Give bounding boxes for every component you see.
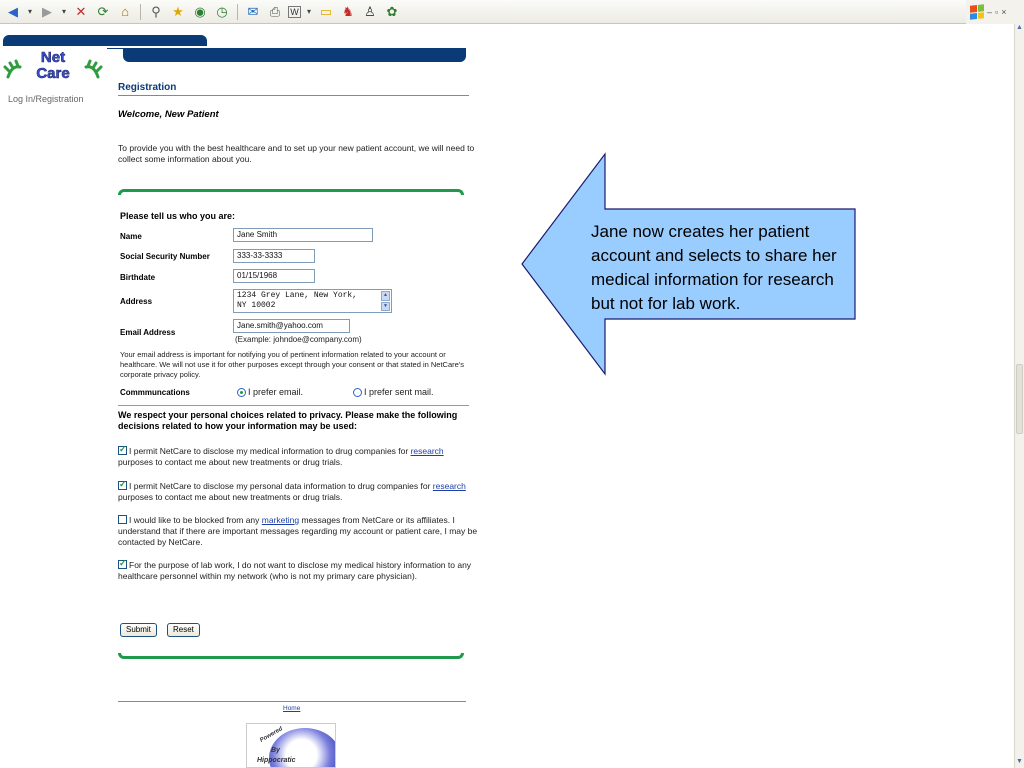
radio-email[interactable]: I prefer email. bbox=[237, 387, 303, 397]
form-heading: Please tell us who you are: bbox=[120, 211, 236, 221]
windows-logo-icon bbox=[970, 4, 984, 20]
title-divider bbox=[118, 95, 469, 96]
history-icon[interactable]: ◷ bbox=[213, 3, 231, 21]
print-icon[interactable]: ⎙ bbox=[266, 3, 284, 21]
msn-icon[interactable]: ✿ bbox=[383, 3, 401, 21]
refresh-icon[interactable]: ⟳ bbox=[94, 3, 112, 21]
privacy-heading: We respect your personal choices related… bbox=[118, 410, 458, 431]
email-field[interactable]: Jane.smith@yahoo.com bbox=[233, 319, 350, 333]
permission-text: For the purpose of lab work, I do not wa… bbox=[118, 560, 472, 581]
welcome-heading: Welcome, New Patient bbox=[118, 109, 219, 120]
radio-mail[interactable]: I prefer sent mail. bbox=[353, 387, 434, 397]
radio-email-label: I prefer email. bbox=[248, 387, 304, 397]
back-icon[interactable]: ◀ bbox=[4, 3, 22, 21]
email-hint: (Example: johndoe@company.com) bbox=[235, 335, 362, 344]
favorites-icon[interactable]: ★ bbox=[169, 3, 187, 21]
scroll-up-icon[interactable]: ▲ bbox=[1015, 24, 1024, 34]
permission-research-personal[interactable]: I permit NetCare to disclose my personal… bbox=[118, 479, 478, 503]
communications-label: Commmuncations bbox=[120, 388, 190, 397]
permission-lab-work[interactable]: For the purpose of lab work, I do not wa… bbox=[118, 558, 478, 582]
name-field[interactable]: Jane Smith bbox=[233, 228, 373, 242]
toolbar-separator bbox=[140, 3, 141, 20]
marketing-link[interactable]: marketing bbox=[262, 515, 299, 525]
scroll-thumb[interactable] bbox=[1016, 364, 1023, 434]
footer-divider bbox=[118, 701, 466, 702]
address-label: Address bbox=[120, 297, 153, 306]
minimize-icon[interactable]: – bbox=[987, 7, 992, 17]
netcare-logo: Net Care bbox=[3, 49, 103, 82]
form-bottom-border bbox=[118, 653, 464, 659]
folder-icon[interactable]: ▭ bbox=[317, 3, 335, 21]
research-link[interactable]: research bbox=[433, 481, 466, 491]
restore-icon[interactable]: ▫ bbox=[995, 7, 998, 17]
section-divider bbox=[118, 405, 469, 406]
home-icon[interactable]: ⌂ bbox=[116, 3, 134, 21]
birthdate-label: Birthdate bbox=[120, 273, 156, 282]
logo-text-net: Net bbox=[41, 49, 65, 66]
checkbox-lab-work[interactable] bbox=[118, 558, 127, 569]
powered-by-badge: Powered By Hippocratic bbox=[246, 723, 336, 768]
radio-mail-indicator[interactable] bbox=[353, 387, 362, 397]
address-line-2: NY 10002 bbox=[237, 301, 276, 310]
header-bar-right bbox=[123, 48, 466, 62]
reset-button[interactable]: Reset bbox=[167, 623, 200, 637]
mail-icon[interactable]: ✉ bbox=[244, 3, 262, 21]
address-line-1: 1234 Grey Lane, New York, bbox=[237, 291, 358, 300]
form-top-border bbox=[118, 189, 464, 195]
window-controls: – ▫ × bbox=[966, 0, 1024, 24]
permission-text: I would like to be blocked from any bbox=[129, 515, 262, 525]
research-icon[interactable]: ♙ bbox=[361, 3, 379, 21]
stop-icon[interactable]: ✕ bbox=[72, 3, 90, 21]
back-dropdown-icon[interactable]: ▾ bbox=[26, 7, 34, 16]
checkbox-marketing-block[interactable] bbox=[118, 515, 127, 524]
toolbar-separator bbox=[237, 3, 238, 20]
name-label: Name bbox=[120, 232, 142, 241]
checkbox-research-personal[interactable] bbox=[118, 479, 127, 490]
edit-dropdown-icon[interactable]: ▾ bbox=[305, 7, 313, 16]
birthdate-field[interactable]: 01/15/1968 bbox=[233, 269, 315, 283]
vertical-scrollbar[interactable]: ▲ ▼ bbox=[1014, 24, 1024, 768]
permission-text: I permit NetCare to disclose my medical … bbox=[129, 446, 411, 456]
sidebar-item-login-registration[interactable]: Log In/Registration bbox=[8, 94, 84, 104]
browser-toolbar: ◀ ▾ ▶ ▾ ✕ ⟳ ⌂ ⚲ ★ ◉ ◷ ✉ ⎙ W ▾ ▭ ♞ ♙ ✿ bbox=[0, 0, 966, 24]
permission-text: purposes to contact me about new treatme… bbox=[118, 492, 343, 502]
logo-text-care: Care bbox=[36, 65, 69, 82]
scroll-down-icon[interactable]: ▼ bbox=[1015, 758, 1024, 768]
permission-text: I permit NetCare to disclose my personal… bbox=[129, 481, 433, 491]
edit-icon[interactable]: W bbox=[288, 5, 301, 18]
submit-button[interactable]: Submit bbox=[120, 623, 157, 637]
page-title: Registration bbox=[118, 82, 177, 93]
chevron-down-icon[interactable]: ▼ bbox=[381, 301, 390, 311]
chevron-up-icon[interactable]: ▲ bbox=[381, 291, 390, 301]
permission-research-medical[interactable]: I permit NetCare to disclose my medical … bbox=[118, 444, 478, 468]
close-icon[interactable]: × bbox=[1001, 7, 1006, 17]
email-note: Your email address is important for noti… bbox=[120, 350, 464, 379]
address-scroll[interactable]: ▲ ▼ bbox=[381, 291, 390, 311]
address-field[interactable]: 1234 Grey Lane, New York, NY 10002 ▲ ▼ bbox=[233, 289, 392, 313]
badge-text-hippocratic: Hippocratic bbox=[257, 757, 296, 764]
messenger-icon[interactable]: ♞ bbox=[339, 3, 357, 21]
forward-icon[interactable]: ▶ bbox=[38, 3, 56, 21]
permission-marketing-block[interactable]: I would like to be blocked from any mark… bbox=[118, 515, 478, 548]
radio-email-indicator[interactable] bbox=[237, 387, 246, 397]
research-link[interactable]: research bbox=[411, 446, 444, 456]
media-icon[interactable]: ◉ bbox=[191, 3, 209, 21]
home-link[interactable]: Home bbox=[283, 705, 300, 712]
intro-text: To provide you with the best healthcare … bbox=[118, 143, 475, 164]
permission-text: purposes to contact me about new treatme… bbox=[118, 457, 343, 467]
checkbox-research-medical[interactable] bbox=[118, 444, 127, 455]
search-icon[interactable]: ⚲ bbox=[147, 3, 165, 21]
email-label: Email Address bbox=[120, 328, 176, 337]
forward-dropdown-icon[interactable]: ▾ bbox=[60, 7, 68, 16]
radio-mail-label: I prefer sent mail. bbox=[364, 387, 434, 397]
badge-text-by: By bbox=[271, 747, 280, 754]
callout-text: Jane now creates her patient account and… bbox=[591, 222, 837, 313]
header-bar-left bbox=[3, 35, 207, 46]
ssn-label: Social Security Number bbox=[120, 252, 210, 261]
ssn-field[interactable]: 333-33-3333 bbox=[233, 249, 315, 263]
